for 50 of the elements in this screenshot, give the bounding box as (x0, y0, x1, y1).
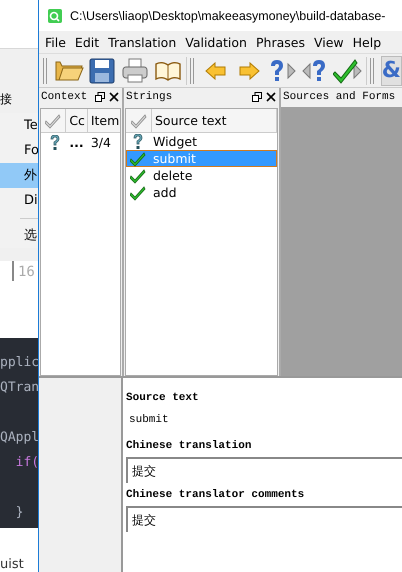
panel-title: Sources and Forms (283, 90, 396, 102)
check-icon (130, 184, 146, 200)
menu-item[interactable]: Help (352, 35, 382, 50)
field-label: Chinese translator comments (126, 489, 306, 501)
menu-item[interactable]: Edit (74, 35, 100, 50)
menu-item[interactable]: Di (0, 188, 40, 213)
field-label: Chinese translation (126, 440, 252, 452)
column-header[interactable]: Cc (66, 109, 88, 132)
menu-item[interactable]: Phrases (256, 35, 305, 50)
menu-item[interactable]: File (45, 35, 66, 50)
menu-text: 接 (0, 91, 12, 108)
check-icon (130, 150, 146, 166)
menu-item[interactable]: Translation (108, 35, 176, 50)
menu-item[interactable]: View (314, 35, 344, 50)
question-mark-icon (132, 134, 144, 150)
menu-item[interactable]: Te (0, 113, 40, 138)
code-line: pplic (0, 354, 40, 372)
panel-title: Strings (126, 90, 172, 102)
body-text: uist (0, 558, 24, 572)
code-line: QTran (0, 379, 40, 397)
printer-icon[interactable] (120, 56, 150, 86)
menu-item[interactable]: 选 (0, 223, 40, 248)
code-line: QAppl (0, 429, 40, 447)
check-icon (130, 112, 146, 128)
float-icon[interactable] (95, 92, 105, 102)
source-text: submit (129, 414, 170, 426)
app-icon (47, 8, 63, 24)
float-icon[interactable] (252, 92, 262, 102)
table-row[interactable]: delete (126, 167, 277, 184)
close-icon[interactable] (266, 92, 276, 102)
input-field[interactable]: 提交 (126, 506, 402, 532)
table-row[interactable]: Widget (126, 133, 277, 150)
code-line: } (14, 504, 24, 522)
table-cell-text: ... (68, 135, 85, 150)
close-icon[interactable] (109, 92, 119, 102)
question-mark-icon (49, 134, 62, 150)
toolbar-button[interactable]: & (380, 56, 402, 86)
menu-item[interactable]: 外 (0, 163, 40, 188)
line-number: 16 (17, 264, 35, 280)
menu-item[interactable]: Validation (185, 35, 247, 50)
code-line: if( (14, 454, 40, 472)
panel-title: Context (41, 90, 88, 102)
window-title: C:\Users\liaop\Desktop\makeeasymoney\build-database- (70, 8, 386, 22)
input-field[interactable]: 提交 (126, 457, 402, 483)
field-label: Source text (126, 392, 200, 404)
column-header[interactable]: Item (88, 109, 120, 132)
menu-item[interactable]: Fo (0, 138, 40, 163)
check-icon (45, 112, 62, 128)
table-cell-text: 3/4 (90, 135, 112, 150)
table-row[interactable]: add (126, 184, 277, 201)
